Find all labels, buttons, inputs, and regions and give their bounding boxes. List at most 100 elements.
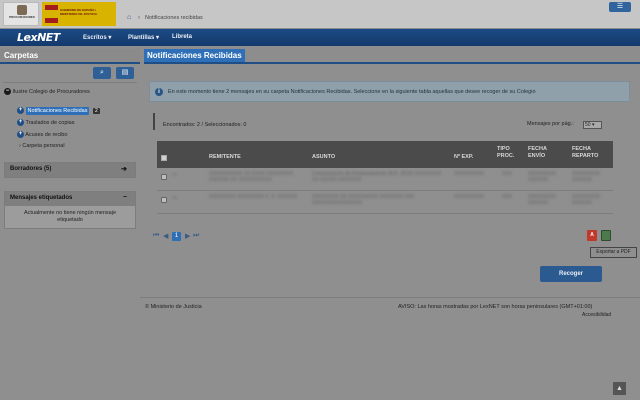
col-fecha-reparto[interactable]: FECHA REPARTO (572, 146, 602, 159)
sidebar-item-label: Carpeta personal (22, 143, 65, 149)
etiquetados-title: Mensajes etiquetados (10, 195, 73, 201)
tree-root-label: Ilustre Colegio de Procuradores (12, 88, 90, 95)
cell-fecha-envio: XXXXXXXXXX XXXXXX (528, 171, 556, 183)
breadcrumb-current: Notificaciones recibidas (145, 15, 203, 21)
footer-divider (140, 297, 640, 298)
export-excel-icon[interactable] (601, 230, 611, 241)
cell-remitente: XXXXXXXXXX XX XXXX XXXXXXXX XXXXXX XX XX… (209, 171, 294, 183)
etiquetados-header[interactable]: Mensajes etiquetados − (5, 192, 135, 206)
export-tooltip: Exportar a PDF (590, 247, 637, 258)
info-icon: i (155, 88, 163, 96)
row-icon: ▪▪ (173, 172, 177, 178)
cell-fecha-reparto: XXXXXXXXXX XXXXXX (572, 171, 600, 183)
collapse-icon[interactable]: − (123, 194, 127, 201)
borradores-header[interactable]: Borradores (5) ➔ (5, 163, 135, 177)
sidebar-item-notificaciones[interactable]: + Notificaciones Recibidas 2 (17, 106, 100, 115)
per-page-value: 50 (585, 122, 591, 128)
info-alert-text: En este momento tiene 2 mensajes en su c… (168, 89, 536, 95)
cell-asunto: Comunicación de Emplazamiento (A.E. 2015… (312, 171, 442, 183)
sidebar-title: Carpetas (0, 49, 140, 62)
page-current[interactable]: 1 (172, 232, 181, 241)
expand-icon[interactable]: + (17, 131, 24, 138)
page-title-bar: Notificaciones Recibidas (144, 49, 640, 62)
table-row[interactable]: ▪▪ XXXXXXXX XXXXXXXX X. X. XXXXXX XXXXXX… (157, 191, 613, 214)
prev-page-icon[interactable]: ◀ (163, 232, 168, 240)
nav-plantillas[interactable]: Plantillas ▾ (128, 34, 159, 41)
breadcrumb-separator: › (138, 15, 140, 21)
select-all-checkbox[interactable] (161, 155, 167, 161)
row-icon: ▪▪ (173, 195, 177, 201)
top-header: PROCURADORES GOBIERNO DE ESPAÑA / MINIST… (0, 0, 640, 28)
borradores-box[interactable]: Borradores (5) ➔ (4, 162, 136, 178)
divider (3, 82, 137, 83)
home-icon[interactable]: ⌂ (127, 14, 131, 21)
main-nav: LexNET Escritos ▾ Plantillas ▾ Libreta (0, 29, 640, 46)
first-page-icon[interactable]: ⏮ (153, 232, 159, 240)
cell-fecha-envio: XXXXXXXXXX XXXXXX (528, 194, 556, 206)
search-button[interactable]: ⌕ (93, 67, 111, 79)
cell-num-exp: XXXXXXXXX (454, 194, 485, 200)
scroll-top-icon[interactable]: ▲ (613, 382, 626, 395)
main-content (140, 64, 640, 400)
cell-tipo-proc: XXX (502, 171, 513, 177)
col-fecha-envio[interactable]: FECHA ENVÍO (528, 146, 554, 159)
cell-tipo-proc: XXX (502, 194, 513, 200)
gobierno-logo-text: GOBIERNO DE ESPAÑA / MINISTERIO DE JUSTI… (60, 8, 98, 16)
nav-libreta[interactable]: Libreta (172, 34, 192, 40)
last-page-icon[interactable]: ⏭ (193, 232, 199, 240)
footer-notice: AVISO: Las horas mostradas por LexNET so… (398, 304, 593, 310)
accesibilidad-link[interactable]: Accesibilidad (582, 312, 611, 318)
row-checkbox[interactable] (161, 197, 167, 203)
col-tipo-proc[interactable]: TIPO PROC. (497, 146, 519, 159)
results-count: Encontrados: 2 / Seleccionados: 0 (163, 122, 247, 128)
next-page-icon[interactable]: ▶ (185, 232, 190, 240)
export-pdf-icon[interactable]: A (587, 230, 597, 241)
arrow-right-icon[interactable]: ➔ (121, 165, 127, 173)
nav-escritos[interactable]: Escritos ▾ (83, 34, 111, 41)
gobierno-logo: GOBIERNO DE ESPAÑA / MINISTERIO DE JUSTI… (42, 2, 116, 26)
procuradores-logo: PROCURADORES (3, 2, 39, 26)
count-badge: 2 (92, 107, 100, 114)
cell-remitente: XXXXXXXX XXXXXXXX X. X. XXXXXX (209, 194, 298, 200)
brand-logo[interactable]: LexNET (17, 31, 60, 44)
cell-fecha-reparto: XXXXXXXXXX XXXXXX (572, 194, 600, 206)
per-page-label: Mensajes por pág.: (527, 121, 574, 127)
etiquetados-empty-text: Actualmente no tiene ningún mensaje etiq… (5, 206, 135, 228)
folder-icon: ▤ (121, 69, 129, 76)
borradores-label: Borradores (5) (10, 166, 52, 172)
sidebar-title-underline (0, 62, 140, 64)
cell-asunto: XXXXXXXX XX XXXXXXXXX XXXXXXX XXX XXXXXX… (312, 194, 415, 206)
tree-root[interactable]: − Ilustre Colegio de Procuradores (4, 88, 90, 95)
page-title: Notificaciones Recibidas (144, 49, 245, 62)
recoger-button[interactable]: Recoger (540, 266, 602, 282)
chevron-right-icon: › (19, 143, 21, 149)
info-alert: i En este momento tiene 2 mensajes en su… (149, 81, 630, 102)
sidebar-item-label: Acuses de recibo (25, 131, 68, 138)
results-marker (153, 113, 155, 130)
shield-icon (17, 5, 27, 15)
logo-text: PROCURADORES (9, 15, 35, 19)
sidebar-item-traslados[interactable]: + Traslados de copias (17, 119, 74, 126)
expand-icon[interactable]: + (17, 107, 24, 114)
expand-icon[interactable]: + (17, 119, 24, 126)
flag-icon (45, 5, 58, 23)
col-asunto[interactable]: ASUNTO (312, 154, 335, 161)
sidebar-item-label: Traslados de copias (25, 119, 75, 126)
footer-copyright: © Ministerio de Justicia (145, 304, 202, 310)
sidebar-item-acuses[interactable]: + Acuses de recibo (17, 131, 67, 138)
table-row[interactable]: ▪▪ XXXXXXXXXX XX XXXX XXXXXXXX XXXXXX XX… (157, 168, 613, 191)
sidebar-item-carpeta-personal[interactable]: › Carpeta personal (19, 143, 65, 149)
collapse-icon[interactable]: − (4, 88, 11, 95)
sidebar-item-label: Notificaciones Recibidas (25, 106, 90, 115)
row-checkbox[interactable] (161, 174, 167, 180)
per-page-select[interactable]: 50 ▾ (583, 121, 602, 129)
table-header: REMITENTE ASUNTO Nº EXP. TIPO PROC. FECH… (157, 141, 613, 168)
menu-button[interactable]: ☰ (609, 2, 631, 12)
search-icon: ⌕ (100, 69, 104, 76)
new-folder-button[interactable]: ▤ (116, 67, 134, 79)
cell-num-exp: XXXXXXXXX (454, 171, 485, 177)
etiquetados-box: Mensajes etiquetados − Actualmente no ti… (4, 191, 136, 229)
page-title-underline (144, 62, 640, 64)
col-remitente[interactable]: REMITENTE (209, 154, 241, 161)
col-num-exp[interactable]: Nº EXP. (454, 154, 473, 161)
